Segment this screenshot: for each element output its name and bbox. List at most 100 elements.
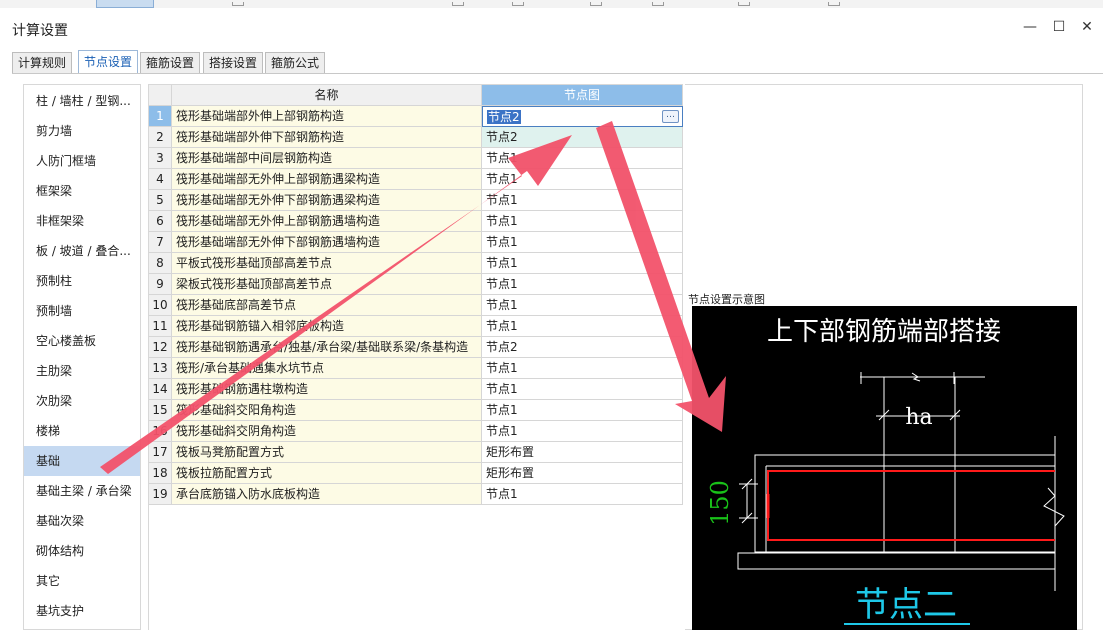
sidebar-item[interactable]: 非框架梁 — [24, 206, 140, 236]
row-number[interactable]: 8 — [149, 253, 172, 274]
tab-node-settings[interactable]: 节点设置 — [78, 50, 139, 74]
row-name-cell: 筏形基础钢筋锚入相邻底板构造 — [172, 316, 482, 337]
row-name-cell: 平板式筏形基础顶部高差节点 — [172, 253, 482, 274]
row-node-cell[interactable]: 节点1 — [482, 148, 683, 169]
row-node-cell[interactable]: 节点1 — [482, 232, 683, 253]
column-header-name[interactable]: 名称 — [172, 85, 482, 106]
row-node-cell[interactable]: 矩形布置 — [482, 463, 683, 484]
row-name-cell: 承台底筋锚入防水底板构造 — [172, 484, 482, 505]
row-node-cell[interactable]: 节点1 — [482, 190, 683, 211]
row-name-cell: 筏板马凳筋配置方式 — [172, 442, 482, 463]
row-node-cell[interactable]: 节点1 — [482, 274, 683, 295]
row-number[interactable]: 12 — [149, 337, 172, 358]
sidebar-item[interactable]: 基础次梁 — [24, 506, 140, 536]
sidebar-item[interactable]: 次肋梁 — [24, 386, 140, 416]
dimension-150: 150 — [706, 480, 734, 526]
row-name-cell: 筏形基础钢筋遇承台/独基/承台梁/基础联系梁/条基构造 — [172, 337, 482, 358]
corner-header — [149, 85, 172, 106]
sidebar-item[interactable]: 基础主梁 / 承台梁 — [24, 476, 140, 506]
close-icon[interactable]: ✕ — [1076, 16, 1098, 38]
node-diagram: 上下部钢筋端部搭接 ha 150 节点二 — [692, 306, 1077, 630]
row-number[interactable]: 9 — [149, 274, 172, 295]
sidebar-item[interactable]: 基坑支护 — [24, 596, 140, 626]
row-number[interactable]: 3 — [149, 148, 172, 169]
row-node-cell[interactable]: 节点1 — [482, 169, 683, 190]
sidebar-item[interactable]: 柱 / 墙柱 / 型钢... — [24, 86, 140, 116]
diagram-heading: 上下部钢筋端部搭接 — [767, 317, 1001, 347]
component-sidebar: 柱 / 墙柱 / 型钢... 剪力墙 人防门框墙 框架梁 非框架梁板 / 坡道 / 叠合… — [23, 84, 141, 630]
row-node-cell[interactable]: 节点1 — [482, 421, 683, 442]
sidebar-item[interactable]: 板 / 坡道 / 叠合... — [24, 236, 140, 266]
row-number[interactable]: 4 — [149, 169, 172, 190]
node-settings-table: 名称 节点图 1 筏形基础端部外伸上部钢筋构造 节点2 … 2 筏形基础端部外伸下部钢筋构… — [148, 84, 683, 630]
diagram-panel-label: 节点设置示意图 — [688, 293, 765, 306]
sidebar-item[interactable]: 人防门框墙 — [24, 146, 140, 176]
row-name-cell: 筏形基础端部无外伸上部钢筋遇梁构造 — [172, 169, 482, 190]
row-number[interactable]: 2 — [149, 127, 172, 148]
dialog-title: 计算设置 — [12, 23, 68, 39]
row-node-cell[interactable]: 节点1 — [482, 484, 683, 505]
row-node-cell[interactable]: 节点1 — [482, 253, 683, 274]
row-node-cell[interactable]: 节点2 — [482, 127, 683, 148]
maximize-icon[interactable]: ☐ — [1048, 16, 1070, 38]
sidebar-item[interactable]: 空心楼盖板 — [24, 326, 140, 356]
row-node-cell[interactable]: 节点1 — [482, 295, 683, 316]
sidebar-item[interactable]: 预制墙 — [24, 296, 140, 326]
node-value-editor[interactable]: 节点2 … — [482, 106, 683, 127]
ellipsis-button-icon[interactable]: … — [662, 110, 679, 123]
row-number[interactable]: 11 — [149, 316, 172, 337]
minimize-icon[interactable]: — — [1019, 16, 1041, 38]
row-number[interactable]: 18 — [149, 463, 172, 484]
row-number[interactable]: 14 — [149, 379, 172, 400]
row-number[interactable]: 15 — [149, 400, 172, 421]
row-name-cell: 筏板拉筋配置方式 — [172, 463, 482, 484]
node-value-selected-text: 节点2 — [487, 110, 521, 124]
row-name-cell: 筏形基础底部高差节点 — [172, 295, 482, 316]
tab-stirrup-settings[interactable]: 箍筋设置 — [140, 52, 201, 74]
sidebar-item[interactable]: 其它 — [24, 566, 140, 596]
row-node-cell[interactable]: 节点1 — [482, 358, 683, 379]
row-number[interactable]: 6 — [149, 211, 172, 232]
row-number[interactable]: 13 — [149, 358, 172, 379]
row-name-cell: 筏形基础端部无外伸下部钢筋遇梁构造 — [172, 190, 482, 211]
row-name-cell: 梁板式筏形基础顶部高差节点 — [172, 274, 482, 295]
dimension-ha: ha — [905, 405, 932, 430]
node-caption: 节点二 — [855, 585, 957, 625]
row-node-cell[interactable]: 矩形布置 — [482, 442, 683, 463]
row-name-cell: 筏形基础端部无外伸下部钢筋遇墙构造 — [172, 232, 482, 253]
column-header-node[interactable]: 节点图 — [482, 85, 683, 106]
row-number[interactable]: 19 — [149, 484, 172, 505]
toolbar-highlight — [96, 0, 154, 8]
sidebar-item[interactable]: 预制柱 — [24, 266, 140, 296]
row-node-cell[interactable]: 节点1 — [482, 379, 683, 400]
row-node-cell[interactable]: 节点2 — [482, 337, 683, 358]
row-node-cell[interactable]: 节点1 — [482, 400, 683, 421]
tab-calc-rules[interactable]: 计算规则 — [12, 52, 73, 74]
sidebar-item[interactable]: 框架梁 — [24, 176, 140, 206]
row-number[interactable]: 1 — [149, 106, 172, 127]
row-node-cell[interactable]: 节点1 — [482, 211, 683, 232]
row-name-cell: 筏形基础斜交阳角构造 — [172, 400, 482, 421]
tab-lap-settings[interactable]: 搭接设置 — [203, 52, 264, 74]
sidebar-item[interactable]: 楼梯 — [24, 416, 140, 446]
row-name-cell: 筏形基础端部无外伸上部钢筋遇墙构造 — [172, 211, 482, 232]
row-name-cell: 筏形基础端部中间层钢筋构造 — [172, 148, 482, 169]
row-number[interactable]: 17 — [149, 442, 172, 463]
row-name-cell: 筏形/承台基础遇集水坑节点 — [172, 358, 482, 379]
row-node-cell[interactable]: 节点1 — [482, 316, 683, 337]
sidebar-item[interactable]: 剪力墙 — [24, 116, 140, 146]
sidebar-item[interactable]: 主肋梁 — [24, 356, 140, 386]
row-number[interactable]: 5 — [149, 190, 172, 211]
tab-divider — [12, 73, 1103, 74]
background-toolbar-strip — [0, 0, 1103, 8]
row-number[interactable]: 10 — [149, 295, 172, 316]
row-number[interactable]: 16 — [149, 421, 172, 442]
tab-stirrup-formula[interactable]: 箍筋公式 — [265, 52, 326, 74]
row-name-cell: 筏形基础端部外伸上部钢筋构造 — [172, 106, 482, 127]
sidebar-item[interactable]: 基础 — [24, 446, 140, 476]
row-name-cell: 筏形基础斜交阴角构造 — [172, 421, 482, 442]
row-number[interactable]: 7 — [149, 232, 172, 253]
dialog-title-bar: 计算设置 — ☐ ✕ — [0, 8, 1103, 44]
row-name-cell: 筏形基础端部外伸下部钢筋构造 — [172, 127, 482, 148]
sidebar-item[interactable]: 砌体结构 — [24, 536, 140, 566]
